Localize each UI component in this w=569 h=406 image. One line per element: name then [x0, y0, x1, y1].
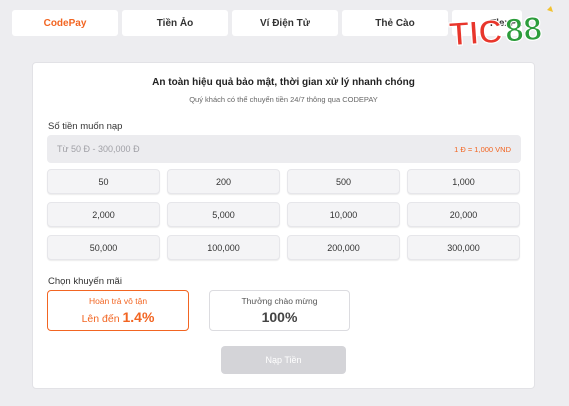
panel-headline: An toàn hiệu quả bảo mật, thời gian xử l… [152, 77, 415, 88]
exchange-rate: 1 Đ = 1,000 VND [454, 144, 511, 154]
amount-preset-button[interactable]: 300,000 [407, 235, 520, 260]
promotion-prefix: Lên đến [81, 313, 120, 325]
promotion-unlimited-rebate[interactable]: Hoàn trả vô tận Lên đến 1.4% [47, 290, 189, 331]
brand-logo: TIC 88 [447, 6, 553, 53]
promotion-value: Lên đến 1.4% [82, 309, 155, 325]
promotion-welcome-bonus[interactable]: Thưởng chào mừng 100% [209, 290, 350, 331]
amount-preset-button[interactable]: 50,000 [47, 235, 160, 260]
svg-text:88: 88 [504, 9, 543, 48]
promotion-title: Thưởng chào mừng [241, 296, 318, 306]
tab-scratch-card[interactable]: Thẻ Cào [342, 10, 448, 36]
amount-preset-grid: 50 200 500 1,000 2,000 5,000 10,000 20,0… [47, 169, 521, 260]
amount-preset-button[interactable]: 2,000 [47, 202, 160, 227]
amount-preset-button[interactable]: 200 [167, 169, 280, 194]
promotion-percent: 1.4% [122, 309, 155, 325]
svg-text:TIC: TIC [448, 12, 504, 53]
tab-crypto[interactable]: Tiền Ảo [122, 10, 228, 36]
amount-label: Số tiền muốn nạp [48, 121, 123, 132]
promotion-title: Hoàn trả vô tận [88, 296, 148, 306]
amount-preset-button[interactable]: 200,000 [287, 235, 400, 260]
amount-preset-button[interactable]: 1,000 [407, 169, 520, 194]
amount-preset-button[interactable]: 500 [287, 169, 400, 194]
amount-preset-button[interactable]: 20,000 [407, 202, 520, 227]
amount-input[interactable] [57, 144, 317, 154]
deposit-button[interactable]: Nạp Tiền [221, 346, 346, 374]
amount-preset-button[interactable]: 50 [47, 169, 160, 194]
tab-e-wallet[interactable]: Ví Điện Tử [232, 10, 338, 36]
amount-preset-button[interactable]: 100,000 [167, 235, 280, 260]
tab-codepay[interactable]: CodePay [12, 10, 118, 36]
promotion-percent: 100% [261, 309, 298, 325]
panel-subline: Quý khách có thể chuyển tiền 24/7 thông … [189, 95, 378, 104]
amount-field[interactable]: 1 Đ = 1,000 VND [47, 135, 521, 163]
codepay-panel: An toàn hiệu quả bảo mật, thời gian xử l… [32, 62, 535, 389]
promotion-label: Chọn khuyến mãi [48, 276, 122, 287]
payment-method-tabs: CodePay Tiền Ảo Ví Điện Tử Thẻ Cào FlexP… [12, 10, 522, 36]
amount-preset-button[interactable]: 10,000 [287, 202, 400, 227]
amount-preset-button[interactable]: 5,000 [167, 202, 280, 227]
